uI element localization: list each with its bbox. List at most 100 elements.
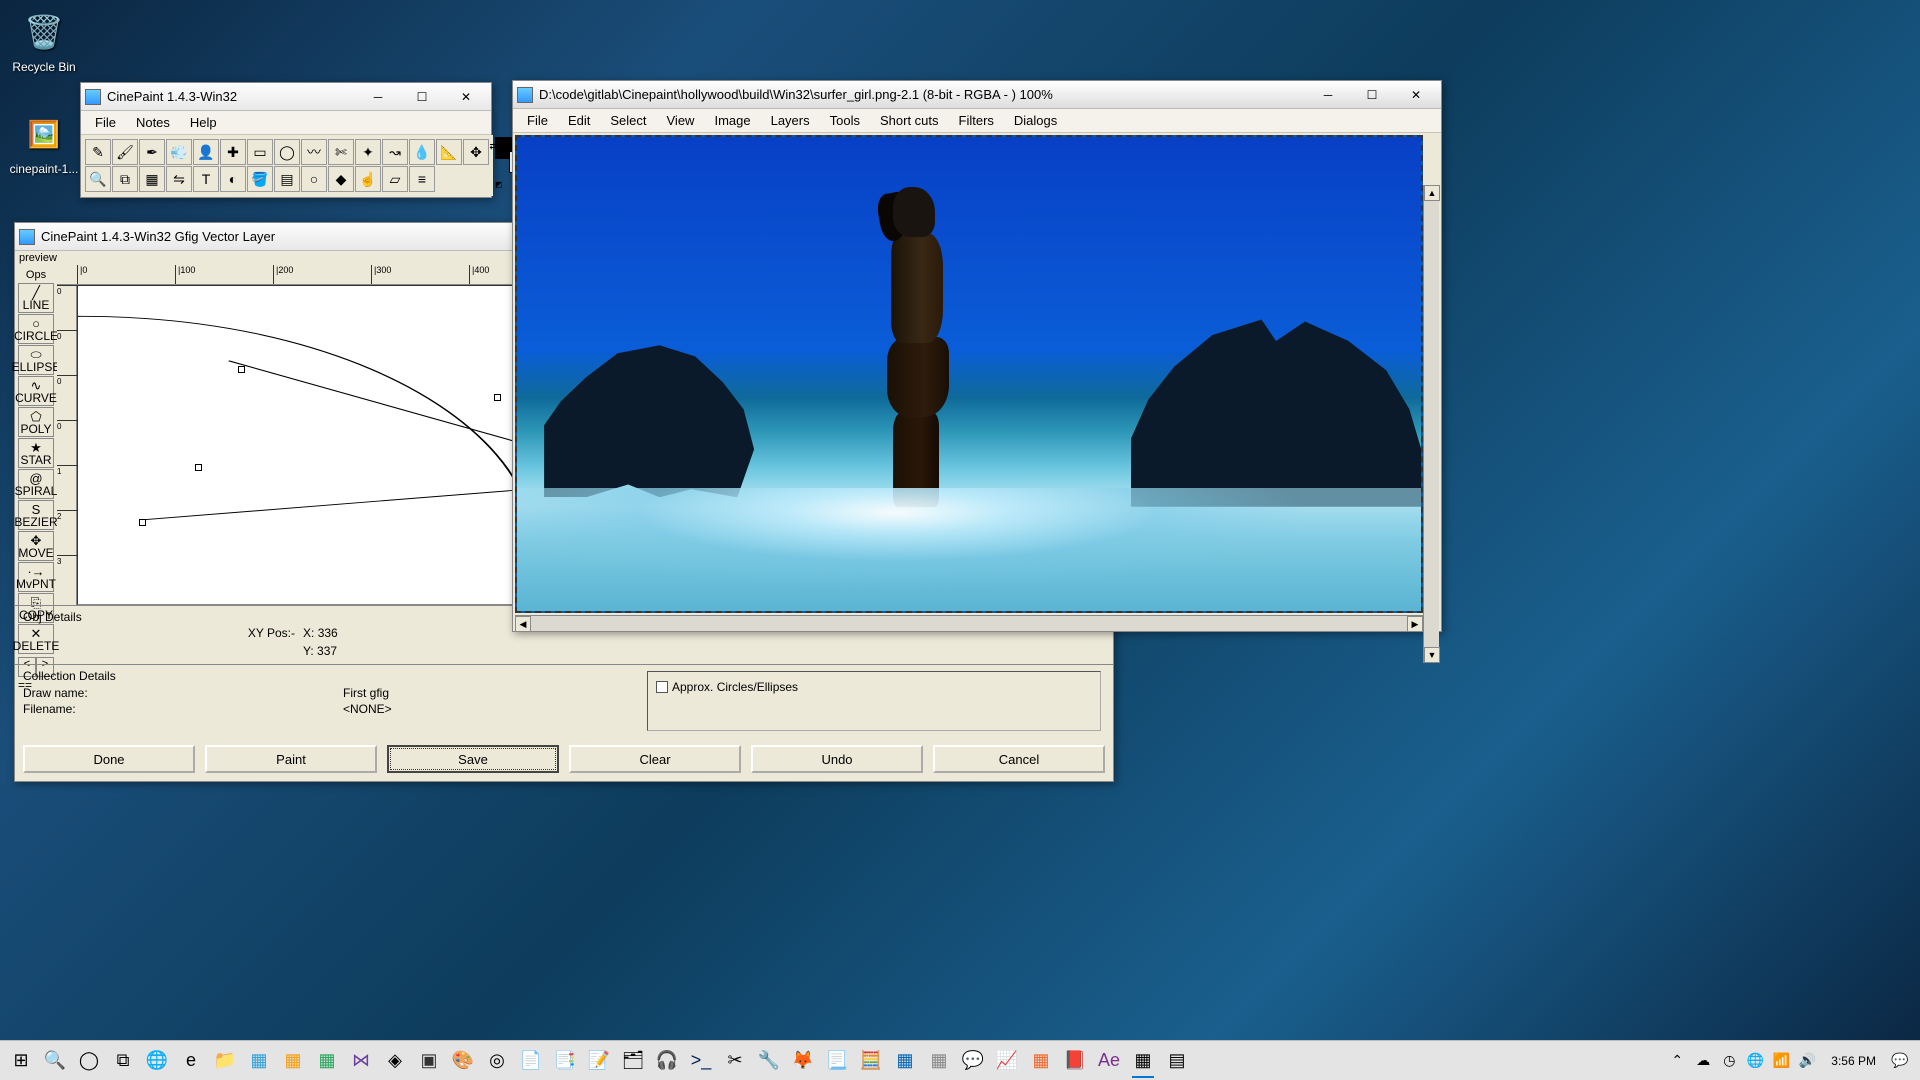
tool-scissors[interactable]: ✄ — [328, 139, 354, 165]
taskbar-start[interactable]: ⊞ — [4, 1044, 38, 1078]
paint-button[interactable]: Paint — [205, 745, 377, 773]
taskbar-edge[interactable]: e — [174, 1044, 208, 1078]
close-button[interactable]: ✕ — [1395, 84, 1437, 106]
tool-rect-select[interactable]: ▭ — [247, 139, 273, 165]
tray-wifi-icon[interactable]: 📶 — [1771, 1051, 1791, 1071]
menu-shortcuts[interactable]: Short cuts — [870, 111, 949, 130]
tool-blur[interactable]: ○ — [301, 166, 327, 192]
tool-flip[interactable]: ⇋ — [166, 166, 192, 192]
taskbar-app21[interactable]: Ae — [1092, 1044, 1126, 1078]
vertical-scrollbar[interactable]: ▲ ▼ — [1423, 185, 1439, 663]
taskbar-edge-legacy[interactable]: 🌐 — [140, 1044, 174, 1078]
taskbar-app23[interactable]: ▤ — [1160, 1044, 1194, 1078]
maximize-button[interactable]: ☐ — [401, 86, 443, 108]
tool-measure[interactable]: 📐 — [436, 139, 462, 165]
toolbox-titlebar[interactable]: CinePaint 1.4.3-Win32 ─ ☐ ✕ — [81, 83, 491, 111]
taskbar-app10[interactable]: 🗂 — [616, 1044, 650, 1078]
ops-poly-button[interactable]: ⬠POLY — [18, 407, 54, 437]
desktop-icon-recycle-bin[interactable]: 🗑️ Recycle Bin — [8, 8, 80, 74]
tool-bucket[interactable]: 🪣 — [247, 166, 273, 192]
close-button[interactable]: ✕ — [445, 86, 487, 108]
tool-text[interactable]: T — [193, 166, 219, 192]
image-canvas[interactable] — [515, 135, 1423, 613]
tool-ink[interactable]: ✒ — [139, 139, 165, 165]
tool-align[interactable]: ≡ — [409, 166, 435, 192]
taskbar-app18[interactable]: 📈 — [990, 1044, 1024, 1078]
tool-move[interactable]: ✥ — [463, 139, 489, 165]
taskbar-snip[interactable]: ✂ — [718, 1044, 752, 1078]
taskbar-app2[interactable]: ▦ — [276, 1044, 310, 1078]
taskbar-powershell[interactable]: >_ — [684, 1044, 718, 1078]
tray-volume-icon[interactable]: 🔊 — [1797, 1051, 1817, 1071]
taskbar-app15[interactable]: ▦ — [888, 1044, 922, 1078]
scroll-left-icon[interactable]: ◀ — [515, 616, 531, 632]
taskbar-search[interactable]: 🔍 — [38, 1044, 72, 1078]
tool-color-picker[interactable]: 💧 — [409, 139, 435, 165]
ops-ellipse-button[interactable]: ⬭ELLIPSE — [18, 345, 54, 375]
tool-lasso[interactable]: 〰 — [301, 139, 327, 165]
taskbar-term[interactable]: ▣ — [412, 1044, 446, 1078]
taskbar-app8[interactable]: 📑 — [548, 1044, 582, 1078]
taskbar-app20[interactable]: 📕 — [1058, 1044, 1092, 1078]
taskbar-gimp[interactable]: 🎨 — [446, 1044, 480, 1078]
taskbar-taskview[interactable]: ⧉ — [106, 1044, 140, 1078]
taskbar-unity[interactable]: ◈ — [378, 1044, 412, 1078]
horizontal-scrollbar[interactable]: ◀ ▶ — [515, 615, 1423, 631]
tool-heal[interactable]: ✚ — [220, 139, 246, 165]
control-node[interactable] — [139, 519, 146, 526]
tool-ellipse-select[interactable]: ◯ — [274, 139, 300, 165]
ops-spiral-button[interactable]: @SPIRAL — [18, 469, 54, 499]
control-node[interactable] — [195, 464, 202, 471]
tray-network-icon[interactable]: 🌐 — [1745, 1051, 1765, 1071]
taskbar-app1[interactable]: ▦ — [242, 1044, 276, 1078]
menu-filters[interactable]: Filters — [949, 111, 1004, 130]
default-colors-icon[interactable]: ◩ — [495, 180, 503, 189]
clear-button[interactable]: Clear — [569, 745, 741, 773]
control-node[interactable] — [238, 366, 245, 373]
scroll-right-icon[interactable]: ▶ — [1407, 616, 1423, 632]
desktop-icon-cinepaint[interactable]: 🖼️ cinepaint-1... — [8, 110, 80, 176]
tray-app-icon[interactable]: ◷ — [1719, 1051, 1739, 1071]
menu-view[interactable]: View — [657, 111, 705, 130]
menu-tools[interactable]: Tools — [820, 111, 870, 130]
taskbar-app3[interactable]: ▦ — [310, 1044, 344, 1078]
minimize-button[interactable]: ─ — [357, 86, 399, 108]
tool-crop[interactable]: ⧉ — [112, 166, 138, 192]
done-button[interactable]: Done — [23, 745, 195, 773]
cancel-button[interactable]: Cancel — [933, 745, 1105, 773]
scroll-up-icon[interactable]: ▲ — [1424, 185, 1440, 201]
tray-chevron-icon[interactable]: ⌃ — [1667, 1051, 1687, 1071]
tool-clone[interactable]: 👤 — [193, 139, 219, 165]
tool-smudge[interactable]: ☝ — [355, 166, 381, 192]
menu-edit[interactable]: Edit — [558, 111, 600, 130]
tray-notifications-icon[interactable]: 💬 — [1890, 1051, 1910, 1071]
taskbar-app16[interactable]: ▦ — [922, 1044, 956, 1078]
taskbar-discord[interactable]: 💬 — [956, 1044, 990, 1078]
control-node[interactable] — [494, 394, 501, 401]
ops-line-button[interactable]: ╱LINE — [18, 283, 54, 313]
approx-checkbox[interactable]: Approx. Circles/Ellipses — [656, 680, 1092, 694]
tool-sharpen[interactable]: ◆ — [328, 166, 354, 192]
ops-bezier-button[interactable]: SBEZIER — [18, 500, 54, 530]
taskbar-cortana[interactable]: ◯ — [72, 1044, 106, 1078]
menu-help[interactable]: Help — [180, 113, 227, 132]
ops-circle-button[interactable]: ○CIRCLE — [18, 314, 54, 344]
tool-airbrush[interactable]: 💨 — [166, 139, 192, 165]
taskbar-vs[interactable]: ⋈ — [344, 1044, 378, 1078]
taskbar-cinepaint[interactable]: ▦ — [1126, 1044, 1160, 1078]
taskbar-app19[interactable]: ▦ — [1024, 1044, 1058, 1078]
menu-notes[interactable]: Notes — [126, 113, 180, 132]
tool-gradient[interactable]: ▤ — [274, 166, 300, 192]
tool-fuzzy[interactable]: ✦ — [355, 139, 381, 165]
undo-button[interactable]: Undo — [751, 745, 923, 773]
menu-file[interactable]: File — [517, 111, 558, 130]
taskbar-clock[interactable]: 3:56 PM — [1823, 1054, 1884, 1068]
ops-curve-button[interactable]: ∿CURVE — [18, 376, 54, 406]
taskbar-app9[interactable]: 📝 — [582, 1044, 616, 1078]
ops-star-button[interactable]: ★STAR — [18, 438, 54, 468]
taskbar-app7[interactable]: 📄 — [514, 1044, 548, 1078]
taskbar-calc[interactable]: 🧮 — [854, 1044, 888, 1078]
tool-path[interactable]: ↝ — [382, 139, 408, 165]
tool-brush[interactable]: 🖌 — [112, 139, 138, 165]
image-titlebar[interactable]: D:\code\gitlab\Cinepaint\hollywood\build… — [513, 81, 1441, 109]
